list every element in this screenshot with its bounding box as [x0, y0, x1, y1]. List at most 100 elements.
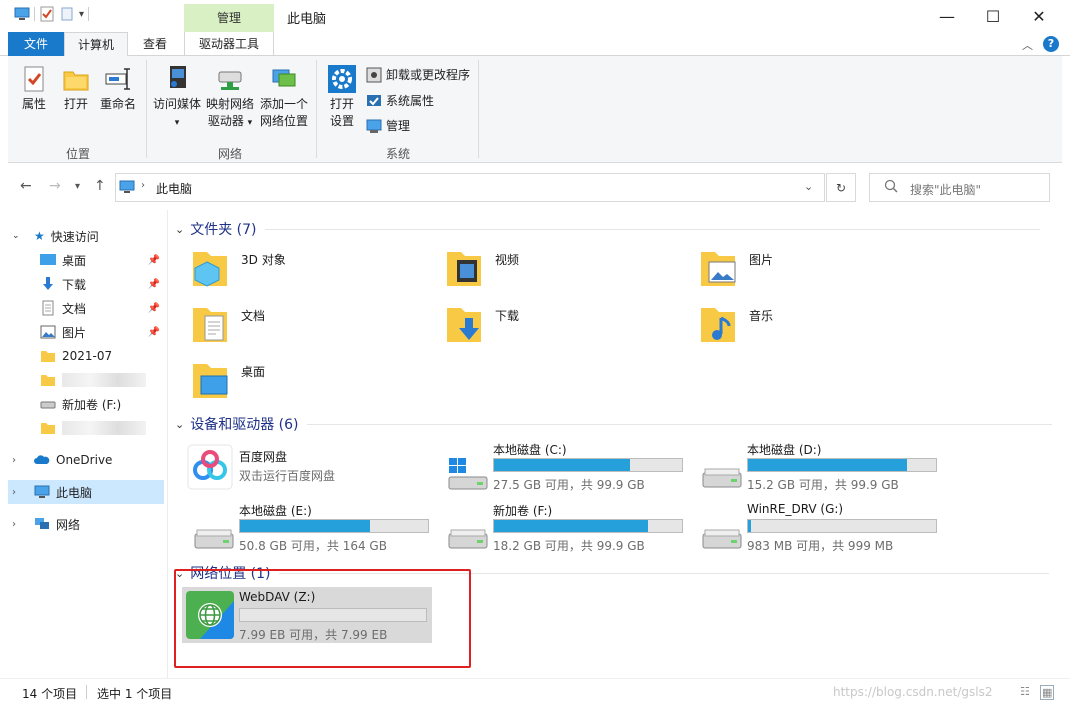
- baidu-netdisk[interactable]: 百度网盘 双击运行百度网盘: [187, 444, 442, 502]
- nav-documents[interactable]: 文档 📌: [8, 296, 164, 320]
- rename-icon: [105, 68, 130, 90]
- expand-chevron-icon[interactable]: ›: [12, 519, 26, 530]
- back-icon[interactable]: ←: [20, 178, 32, 194]
- status-bar: 14 个项目 选中 1 个项目 https://blog.csdn.net/gs…: [0, 678, 1070, 711]
- group-label-network: 网络: [217, 147, 242, 161]
- expand-chevron-icon[interactable]: ›: [12, 455, 26, 466]
- usage-bar: [493, 458, 683, 472]
- add-network-location-button[interactable]: 添加一个 网络位置: [258, 64, 310, 130]
- maximize-button[interactable]: ☐: [970, 0, 1016, 32]
- manage-button[interactable]: 管理: [366, 117, 410, 134]
- music-folder-icon: [697, 302, 739, 346]
- videos-folder-icon: [443, 246, 485, 290]
- drive-d[interactable]: 本地磁盘 (D:) 15.2 GB 可用，共 99.9 GB: [695, 441, 950, 499]
- address-bar[interactable]: › 此电脑 ⌄: [115, 173, 825, 202]
- nav-quick-access[interactable]: ⌄ ★ 快速访问: [8, 224, 164, 248]
- group-label-location: 位置: [65, 147, 90, 161]
- pictures-folder-icon: [697, 246, 739, 290]
- minimize-icon: —: [939, 6, 955, 26]
- new-folder-icon[interactable]: [59, 6, 75, 22]
- download-arrow-icon: [40, 276, 56, 292]
- windows-drive-icon: [447, 457, 489, 491]
- help-icon[interactable]: ?: [1043, 36, 1059, 52]
- nav-new-volume-f[interactable]: 新加卷 (F:): [8, 392, 164, 416]
- folder-icon: [40, 373, 56, 387]
- folder-music[interactable]: 音乐: [697, 302, 937, 354]
- rename-button[interactable]: 重命名: [98, 64, 138, 113]
- media-icon: [170, 66, 186, 88]
- context-tab-group-manage: 管理: [184, 4, 274, 32]
- this-pc-icon: [119, 180, 135, 194]
- open-button[interactable]: 打开: [58, 64, 94, 113]
- drive-icon: [40, 399, 56, 409]
- folder-3d-objects[interactable]: 3D 对象: [189, 246, 429, 298]
- pin-icon[interactable]: 📌: [148, 303, 160, 314]
- drive-g[interactable]: WinRE_DRV (G:) 983 MB 可用，共 999 MB: [695, 502, 950, 560]
- computer-icon[interactable]: [14, 6, 30, 22]
- watermark: https://blog.csdn.net/gsls2: [833, 685, 993, 699]
- properties-check-icon[interactable]: [39, 6, 55, 22]
- access-media-button[interactable]: 访问媒体 ▾: [150, 64, 204, 132]
- expand-chevron-icon[interactable]: ⌄: [12, 231, 26, 241]
- usage-fill: [748, 459, 908, 471]
- nav-onedrive[interactable]: › OneDrive: [8, 448, 164, 472]
- usage-fill: [494, 520, 648, 532]
- open-settings-button[interactable]: 打开 设置: [324, 64, 360, 130]
- refresh-icon: ↻: [835, 180, 847, 195]
- hard-drive-icon: [701, 518, 743, 552]
- collapse-chevron-icon[interactable]: ⌄: [175, 418, 184, 431]
- up-icon[interactable]: ↑: [94, 178, 106, 194]
- open-folder-icon: [63, 71, 89, 91]
- tab-file[interactable]: 文件: [8, 32, 64, 56]
- collapse-ribbon-icon[interactable]: ︿: [1022, 37, 1033, 53]
- breadcrumb-this-pc[interactable]: 此电脑: [156, 180, 192, 197]
- section-devices[interactable]: ⌄ 设备和驱动器 (6): [175, 414, 1052, 434]
- nav-network[interactable]: › 网络: [8, 512, 164, 536]
- window-title: 此电脑: [287, 12, 327, 27]
- nav-desktop[interactable]: 桌面 📌: [8, 248, 164, 272]
- tab-view[interactable]: 查看: [130, 32, 180, 56]
- uninstall-programs-button[interactable]: 卸载或更改程序: [366, 66, 470, 83]
- close-button[interactable]: ✕: [1016, 0, 1062, 32]
- nav-folder-blurred-2[interactable]: [8, 416, 164, 440]
- folder-pictures[interactable]: 图片: [697, 246, 937, 298]
- nav-pictures[interactable]: 图片 📌: [8, 320, 164, 344]
- drive-e[interactable]: 本地磁盘 (E:) 50.8 GB 可用，共 164 GB: [187, 502, 442, 560]
- recent-locations-icon[interactable]: ▾: [75, 181, 80, 192]
- nav-this-pc[interactable]: › 此电脑: [8, 480, 164, 504]
- highlight-box: [174, 569, 471, 668]
- drive-f[interactable]: 新加卷 (F:) 18.2 GB 可用，共 99.9 GB: [441, 502, 696, 560]
- folder-icon: [40, 421, 56, 435]
- forward-icon[interactable]: →: [49, 178, 61, 194]
- customize-dropdown-icon[interactable]: ▾: [79, 9, 84, 20]
- large-icons-view-icon[interactable]: ▦: [1040, 685, 1055, 700]
- nav-folder-2021-07[interactable]: 2021-07: [8, 344, 164, 368]
- map-network-drive-button[interactable]: 映射网络 驱动器 ▾: [204, 64, 256, 132]
- properties-button[interactable]: 属性: [16, 64, 52, 113]
- folder-desktop[interactable]: 桌面: [189, 358, 429, 410]
- pin-icon[interactable]: 📌: [148, 327, 160, 338]
- nav-folder-blurred[interactable]: [8, 368, 164, 392]
- item-count: 14 个项目: [22, 687, 78, 701]
- nav-downloads[interactable]: 下载 📌: [8, 272, 164, 296]
- folder-documents[interactable]: 文档: [189, 302, 429, 354]
- search-box[interactable]: 搜索"此电脑": [869, 173, 1050, 202]
- minimize-button[interactable]: —: [924, 0, 970, 32]
- details-view-icon[interactable]: ☷: [1020, 685, 1030, 698]
- refresh-button[interactable]: ↻: [826, 173, 856, 202]
- pin-icon[interactable]: 📌: [148, 279, 160, 290]
- title-bar: [0, 0, 1070, 32]
- tab-drive-tools[interactable]: 驱动器工具: [184, 32, 274, 56]
- usage-bar: [747, 458, 937, 472]
- pin-icon[interactable]: 📌: [148, 255, 160, 266]
- address-dropdown-icon[interactable]: ⌄: [804, 180, 813, 193]
- folder-videos[interactable]: 视频: [443, 246, 683, 298]
- expand-chevron-icon[interactable]: ›: [12, 487, 26, 498]
- tab-computer[interactable]: 计算机: [64, 32, 128, 56]
- system-properties-button[interactable]: 系统属性: [366, 92, 434, 109]
- drive-c[interactable]: 本地磁盘 (C:) 27.5 GB 可用，共 99.9 GB: [441, 441, 696, 499]
- collapse-chevron-icon[interactable]: ⌄: [175, 223, 184, 236]
- section-folders[interactable]: ⌄ 文件夹 (7): [175, 219, 1040, 239]
- add-network-location-icon: [272, 69, 296, 87]
- folder-downloads[interactable]: 下载: [443, 302, 683, 354]
